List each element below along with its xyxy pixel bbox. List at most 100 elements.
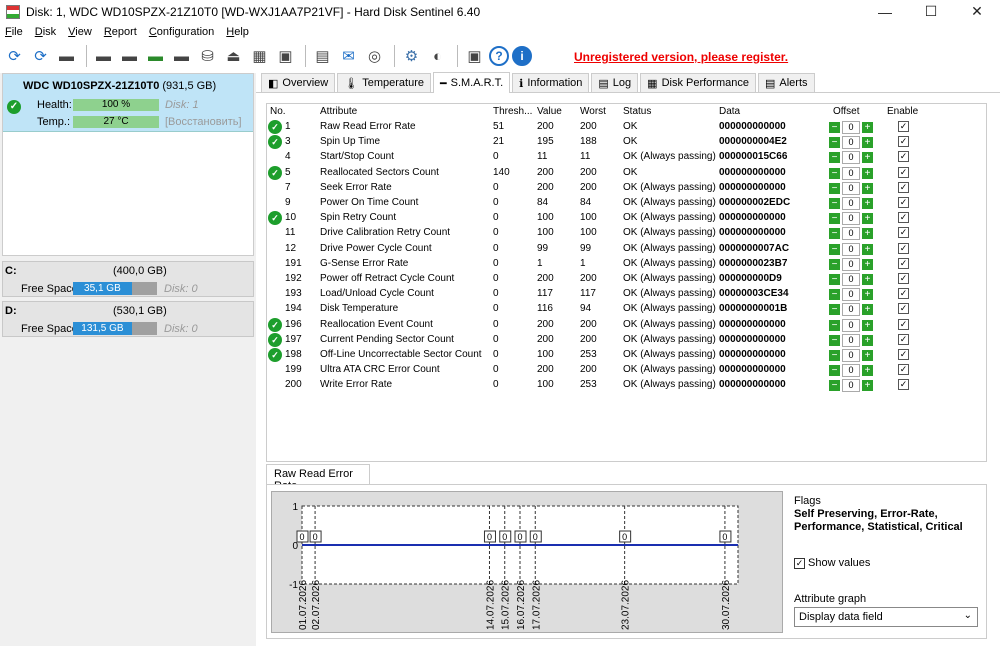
menu-help[interactable]: Help (221, 26, 256, 38)
tab-temperature[interactable]: 🌡 Temperature (337, 73, 431, 92)
show-values-checkbox[interactable]: ✓ Show values (794, 557, 870, 569)
offset-stepper[interactable]: −0 + (829, 151, 873, 165)
minimize-button[interactable]: — (862, 0, 908, 23)
enable-checkbox[interactable]: ✓ (898, 197, 909, 208)
col-worst[interactable]: Worst (580, 106, 606, 117)
table-row[interactable]: 193 Load/Unload Cycle Count 0 117 117 OK (Alw… (267, 287, 927, 302)
offset-plus-button[interactable]: + (862, 350, 873, 361)
enable-checkbox[interactable]: ✓ (898, 121, 909, 132)
refresh-icon[interactable]: ⟳ (3, 45, 26, 67)
offset-stepper[interactable]: −0 + (829, 181, 873, 195)
col-offset[interactable]: Offset (833, 106, 860, 117)
table-row[interactable]: 199 Ultra ATA CRC Error Count 0 200 200 OK (A… (267, 363, 927, 378)
offset-minus-button[interactable]: − (829, 198, 840, 209)
offset-stepper[interactable]: −0 + (829, 212, 873, 226)
offset-value[interactable]: 0 (842, 121, 860, 134)
menu-report[interactable]: Report (99, 26, 144, 38)
table-row[interactable]: ✓ 3 Spin Up Time 21 195 188 OK 0000000004E2−0 + ✓ (267, 135, 927, 150)
table-row[interactable]: ✓ 196 Reallocation Event Count 0 200 200 OK (A… (267, 317, 927, 333)
tab-information[interactable]: ℹ Information (512, 73, 590, 92)
offset-plus-button[interactable]: + (862, 137, 873, 149)
offset-value[interactable]: 0 (842, 197, 860, 210)
offset-plus-button[interactable]: + (862, 380, 873, 392)
screenshot-icon[interactable]: ▣ (463, 45, 486, 67)
table-row[interactable]: 11 Drive Calibration Retry Count 0 100 100 OK… (267, 226, 927, 241)
disk-schedule-icon[interactable]: ▬ (118, 45, 141, 67)
offset-plus-button[interactable]: + (862, 274, 873, 285)
offset-value[interactable]: 0 (842, 136, 860, 150)
email-icon[interactable]: ✉ (337, 45, 360, 67)
offset-minus-button[interactable]: − (829, 182, 840, 194)
offset-minus-button[interactable]: − (829, 213, 840, 225)
disk-list-icon[interactable]: ▬ (55, 45, 78, 67)
offset-value[interactable]: 0 (842, 333, 860, 347)
menu-file[interactable]: File (0, 26, 30, 38)
hdd-stack-icon[interactable]: ▦ (248, 45, 271, 67)
table-row[interactable]: ✓ 197 Current Pending Sector Count 0 200 200 O… (267, 332, 927, 348)
offset-plus-button[interactable]: + (862, 319, 873, 331)
info-icon[interactable]: i (512, 46, 532, 66)
offset-value[interactable]: 0 (842, 151, 860, 165)
offset-stepper[interactable]: −0 + (829, 166, 873, 180)
offset-value[interactable]: 0 (842, 257, 860, 271)
offset-stepper[interactable]: −0 + (829, 288, 873, 302)
offset-minus-button[interactable]: − (829, 243, 840, 255)
tab-overview[interactable]: ◧ Overview (261, 73, 336, 92)
offset-plus-button[interactable]: + (862, 213, 873, 225)
enable-checkbox[interactable]: ✓ (898, 151, 909, 163)
col-enable[interactable]: Enable (887, 106, 918, 117)
disk-tool-icon[interactable]: ▬ (92, 45, 115, 67)
enable-checkbox[interactable]: ✓ (898, 273, 909, 284)
graph-tab[interactable]: Raw Read Error Rate (266, 464, 370, 492)
col-data[interactable]: Data (719, 106, 740, 117)
network-icon[interactable]: ◎ (363, 45, 386, 67)
enable-checkbox[interactable]: ✓ (898, 318, 909, 330)
enable-checkbox[interactable]: ✓ (898, 349, 909, 360)
offset-plus-button[interactable]: + (862, 167, 873, 179)
offset-plus-button[interactable]: + (862, 228, 873, 240)
enable-checkbox[interactable]: ✓ (898, 257, 909, 269)
offset-plus-button[interactable]: + (862, 182, 873, 194)
offset-value[interactable]: 0 (842, 273, 860, 286)
offset-value[interactable]: 0 (842, 349, 860, 362)
offset-value[interactable]: 0 (842, 303, 860, 317)
offset-stepper[interactable]: −0 + (829, 227, 873, 241)
offset-minus-button[interactable]: − (829, 380, 840, 392)
offset-stepper[interactable]: −0 + (829, 273, 873, 286)
offset-stepper[interactable]: −0 + (829, 257, 873, 271)
menu-configuration[interactable]: Configuration (144, 26, 221, 38)
menu-view[interactable]: View (63, 26, 99, 38)
disk-check-icon[interactable]: ▬ (144, 45, 167, 67)
network-disk-icon[interactable]: ▣ (274, 45, 297, 67)
offset-stepper[interactable]: −0 + (829, 242, 873, 256)
offset-plus-button[interactable]: + (862, 258, 873, 270)
offset-stepper[interactable]: −0 + (829, 318, 873, 332)
offset-minus-button[interactable]: − (829, 365, 840, 377)
table-row[interactable]: 194 Disk Temperature 0 116 94 OK (Always pass… (267, 302, 927, 317)
tab-alerts[interactable]: ▤ Alerts (757, 73, 815, 92)
offset-plus-button[interactable]: + (862, 365, 873, 377)
enable-checkbox[interactable]: ✓ (898, 136, 909, 148)
settings-icon[interactable]: ⚙ (400, 45, 423, 67)
table-row[interactable]: ✓ 198 Off-Line Uncorrectable Sector Count 0… (267, 348, 927, 363)
attribute-graph-select[interactable]: Display data field ⌄ (794, 607, 978, 627)
offset-minus-button[interactable]: − (829, 334, 840, 346)
maximize-button[interactable]: ☐ (908, 0, 954, 23)
offset-value[interactable]: 0 (842, 379, 860, 393)
offset-minus-button[interactable]: − (829, 167, 840, 179)
table-row[interactable]: 9 Power On Time Count 0 84 84 OK (Always pass… (267, 196, 927, 211)
offset-minus-button[interactable]: − (829, 289, 840, 301)
offset-plus-button[interactable]: + (862, 243, 873, 255)
col-threshold[interactable]: Thresh... (493, 106, 532, 117)
offset-value[interactable]: 0 (842, 166, 860, 180)
disk-search-icon[interactable]: ▬ (170, 45, 193, 67)
enable-checkbox[interactable]: ✓ (898, 212, 909, 224)
offset-minus-button[interactable]: − (829, 319, 840, 331)
register-link[interactable]: Unregistered version, please register. (574, 50, 788, 64)
offset-stepper[interactable]: −0 + (829, 333, 873, 347)
offset-minus-button[interactable]: − (829, 274, 840, 285)
enable-checkbox[interactable]: ✓ (898, 242, 909, 254)
offset-stepper[interactable]: −0 + (829, 349, 873, 362)
offset-minus-button[interactable]: − (829, 304, 840, 316)
offset-plus-button[interactable]: + (862, 122, 873, 133)
